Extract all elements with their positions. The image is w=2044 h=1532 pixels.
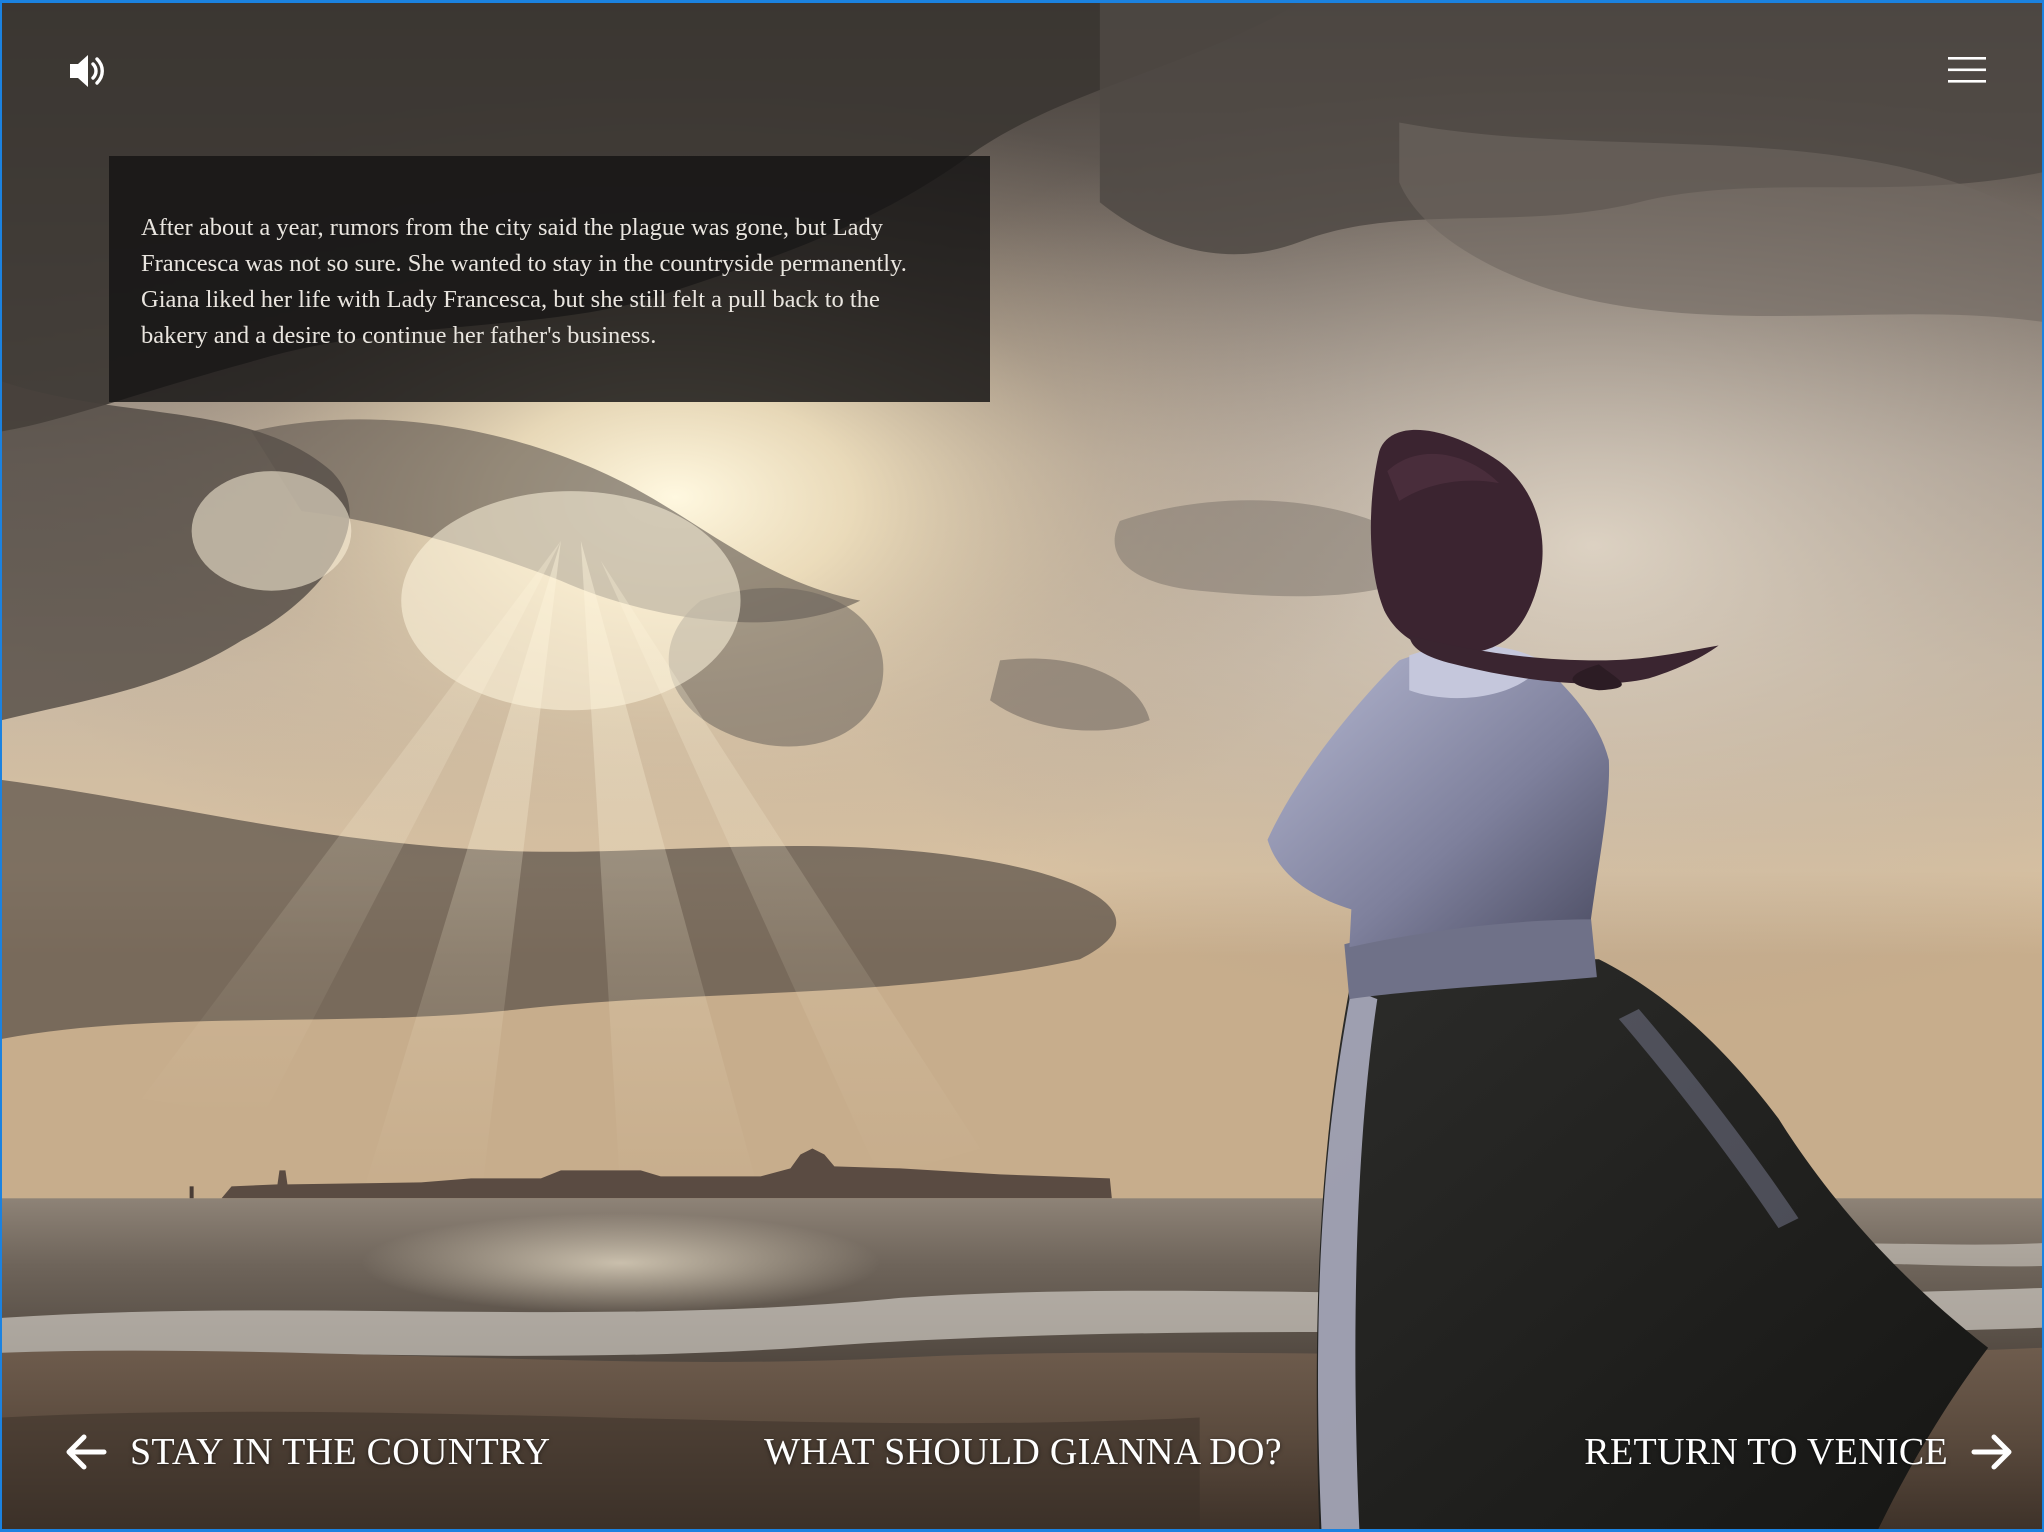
speaker-volume-icon bbox=[70, 55, 104, 87]
arrow-right-icon bbox=[1971, 1434, 2012, 1470]
return-to-venice-choice[interactable]: RETURN TO VENICE bbox=[1584, 1427, 2014, 1477]
stay-in-country-choice[interactable]: STAY IN THE COUNTRY bbox=[64, 1427, 550, 1477]
hamburger-menu-icon bbox=[1948, 57, 1986, 83]
narration-panel: After about a year, rumors from the city… bbox=[109, 156, 990, 402]
stay-in-country-label: STAY IN THE COUNTRY bbox=[130, 1431, 551, 1473]
menu-button[interactable] bbox=[1946, 53, 1988, 87]
return-to-venice-label: RETURN TO VENICE bbox=[1584, 1431, 1948, 1473]
narration-text: After about a year, rumors from the city… bbox=[141, 214, 907, 349]
story-screen: After about a year, rumors from the city… bbox=[0, 0, 2044, 1532]
choice-prompt-text: WHAT SHOULD GIANNA DO? bbox=[764, 1431, 1282, 1473]
arrow-left-icon bbox=[66, 1434, 107, 1470]
sound-toggle-button[interactable] bbox=[64, 49, 112, 93]
